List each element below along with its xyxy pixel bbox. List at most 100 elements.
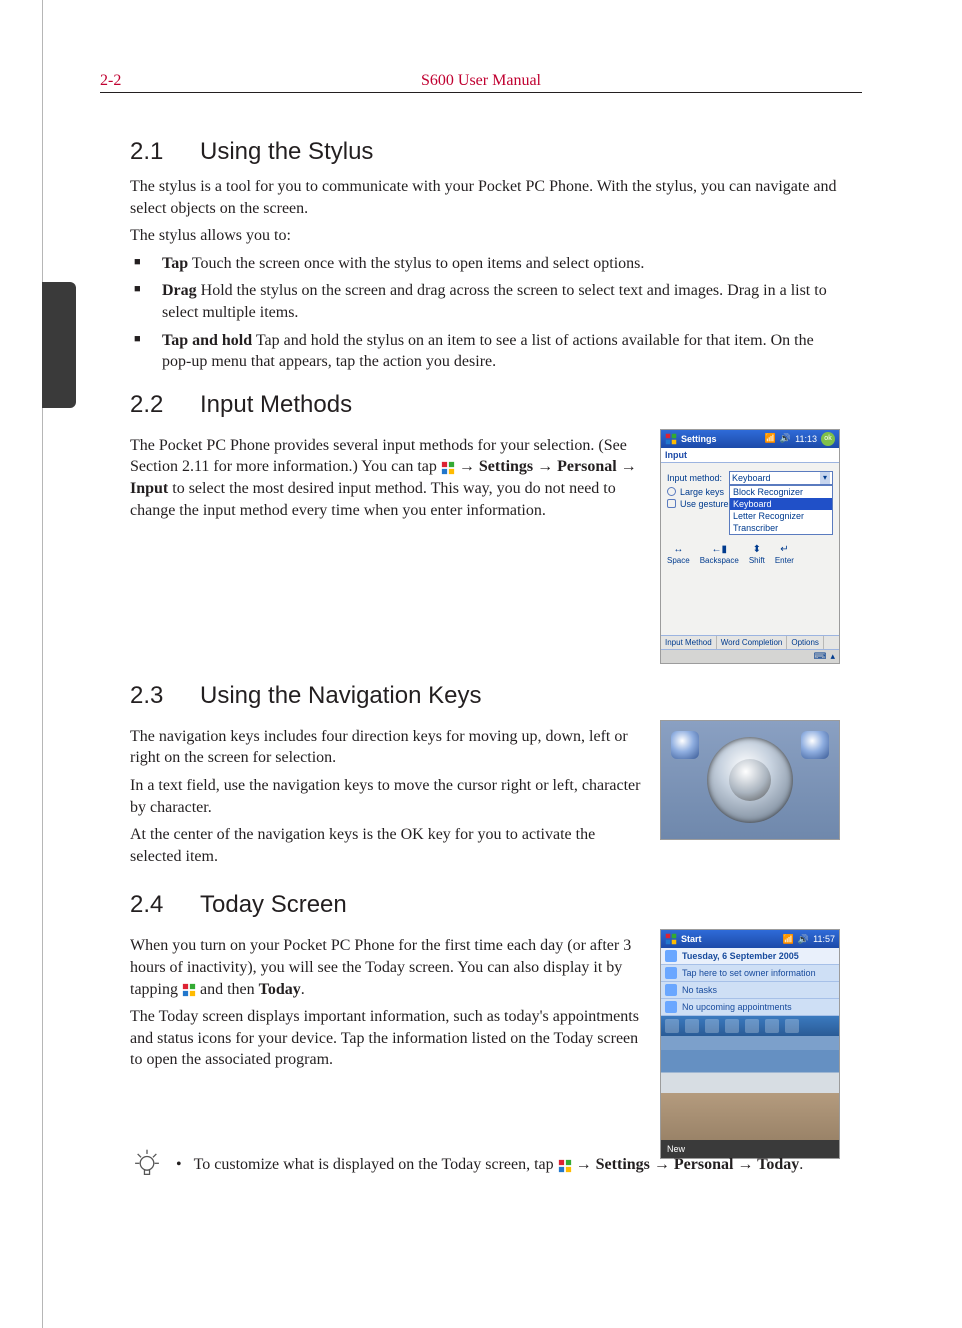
text-bold: Settings → Personal → Today (596, 1156, 800, 1173)
list-item: Drag Hold the stylus on the screen and d… (158, 280, 840, 323)
wm-title: Settings (681, 434, 717, 444)
signal-icon: 📶 (783, 934, 794, 945)
heading-2-4: 2.4Today Screen (130, 891, 840, 919)
heading-title: Using the Stylus (200, 138, 373, 165)
ok-button[interactable]: ok (821, 432, 835, 446)
tray-icon[interactable] (745, 1019, 759, 1033)
paragraph: In a text field, use the navigation keys… (130, 775, 642, 818)
softkey-top-left (671, 731, 699, 759)
paragraph: The navigation keys includes four direct… (130, 726, 642, 769)
gesture-label: Shift (749, 556, 765, 565)
windows-start-icon (665, 433, 677, 445)
space-gesture-icon: ↔ (672, 545, 684, 555)
gesture-label: Enter (775, 556, 794, 565)
tab-options[interactable]: Options (787, 636, 824, 649)
tray-icon[interactable] (665, 1019, 679, 1033)
heading-number: 2.3 (130, 682, 200, 710)
list-text: Touch the screen once with the stylus to… (188, 255, 644, 272)
paragraph: The stylus allows you to: (130, 225, 840, 247)
wm-subtitle: Input (661, 448, 839, 463)
dropdown-option[interactable]: Block Recognizer (730, 486, 832, 498)
item-text: Tap here to set owner information (682, 968, 816, 978)
wm-title-bar: Settings 📶 🔊 11:13 ok (661, 430, 839, 448)
windows-start-icon (441, 461, 455, 475)
tasks-icon (665, 984, 677, 996)
list-item: Tap Touch the screen once with the stylu… (158, 253, 840, 275)
wm-title-bar: Start 📶 🔊 11:57 (661, 930, 839, 948)
gesture-label: Backspace (700, 556, 739, 565)
sip-bar: ⌨▴ (661, 649, 839, 663)
enter-gesture-icon: ↵ (778, 545, 790, 555)
dropdown-option[interactable]: Transcriber (730, 522, 832, 534)
tray-icon[interactable] (765, 1019, 779, 1033)
heading-2-1: 2.1Using the Stylus (130, 138, 840, 166)
list-term: Tap (162, 255, 188, 272)
figure-navigation-pad (660, 720, 840, 840)
signal-icon: 📶 (765, 433, 776, 444)
text: and then (200, 981, 259, 998)
shift-gesture-icon: ⬍ (751, 545, 763, 555)
paragraph: At the center of the navigation keys is … (130, 824, 642, 867)
windows-start-icon (182, 983, 196, 997)
dropdown-option-selected[interactable]: Keyboard (730, 498, 832, 510)
tray-icon[interactable] (705, 1019, 719, 1033)
gesture-row: ↔Space ←▮Backspace ⬍Shift ↵Enter (667, 545, 833, 565)
keyboard-icon[interactable]: ⌨ (813, 651, 826, 662)
wm-time: 11:57 (813, 934, 835, 944)
calendar-icon (665, 1001, 677, 1013)
today-item-owner[interactable]: Tap here to set owner information (661, 965, 839, 982)
list-text: Tap and hold the stylus on an item to se… (162, 332, 814, 371)
clock-icon (665, 950, 677, 962)
text: → (576, 1156, 596, 1173)
margin-rule (42, 0, 43, 1328)
heading-title: Today Screen (200, 891, 347, 918)
text: . (799, 1156, 803, 1173)
paragraph: When you turn on your Pocket PC Phone fo… (130, 935, 642, 1000)
dropdown-value: Keyboard (732, 473, 771, 483)
today-tray (661, 1016, 839, 1036)
label-use-gestures: Use gestures (680, 499, 733, 509)
today-item-tasks[interactable]: No tasks (661, 982, 839, 999)
running-header: S600 User Manual (0, 72, 962, 90)
wm-title: Start (681, 934, 702, 944)
heading-number: 2.1 (130, 138, 200, 166)
heading-title: Input Methods (200, 391, 352, 418)
heading-number: 2.4 (130, 891, 200, 919)
heading-2-2: 2.2Input Methods (130, 391, 840, 419)
item-text: No upcoming appointments (682, 1002, 792, 1012)
speaker-icon: 🔊 (780, 433, 791, 444)
heading-number: 2.2 (130, 391, 200, 419)
chevron-up-icon[interactable]: ▴ (830, 651, 835, 662)
today-wallpaper (661, 1036, 839, 1140)
tip-text: • To customize what is displayed on the … (176, 1154, 803, 1176)
tab-input-method[interactable]: Input Method (661, 636, 717, 649)
tab-word-completion[interactable]: Word Completion (717, 636, 788, 649)
list-text: Hold the stylus on the screen and drag a… (162, 282, 827, 321)
item-text: Tuesday, 6 September 2005 (682, 951, 799, 961)
paragraph: The Pocket PC Phone provides several inp… (130, 435, 642, 521)
ok-key (729, 759, 771, 801)
radio-large-keys[interactable] (667, 487, 676, 496)
backspace-gesture-icon: ←▮ (713, 545, 725, 555)
paragraph: The stylus is a tool for you to communic… (130, 176, 840, 219)
today-item-date[interactable]: Tuesday, 6 September 2005 (661, 948, 839, 965)
list-item: Tap and hold Tap and hold the stylus on … (158, 330, 840, 373)
heading-title: Using the Navigation Keys (200, 682, 481, 709)
windows-start-icon (665, 933, 677, 945)
bullet-list: Tap Touch the screen once with the stylu… (130, 253, 840, 373)
tray-icon[interactable] (785, 1019, 799, 1033)
gesture-label: Space (667, 556, 690, 565)
text: → (459, 458, 479, 475)
checkbox-use-gestures[interactable] (667, 499, 676, 508)
paragraph: The Today screen displays important info… (130, 1006, 642, 1071)
speaker-icon: 🔊 (798, 934, 809, 945)
chapter-tab-label: Basic Operation (0, 256, 12, 382)
today-item-appointments[interactable]: No upcoming appointments (661, 999, 839, 1016)
tray-icon[interactable] (685, 1019, 699, 1033)
dropdown-list: Block Recognizer Keyboard Letter Recogni… (729, 485, 833, 535)
softkey-top-right (801, 731, 829, 759)
dropdown-option[interactable]: Letter Recognizer (730, 510, 832, 522)
text: To customize what is displayed on the To… (194, 1156, 558, 1173)
dropdown-input-method[interactable]: Keyboard ▾ (729, 471, 833, 485)
tray-icon[interactable] (725, 1019, 739, 1033)
